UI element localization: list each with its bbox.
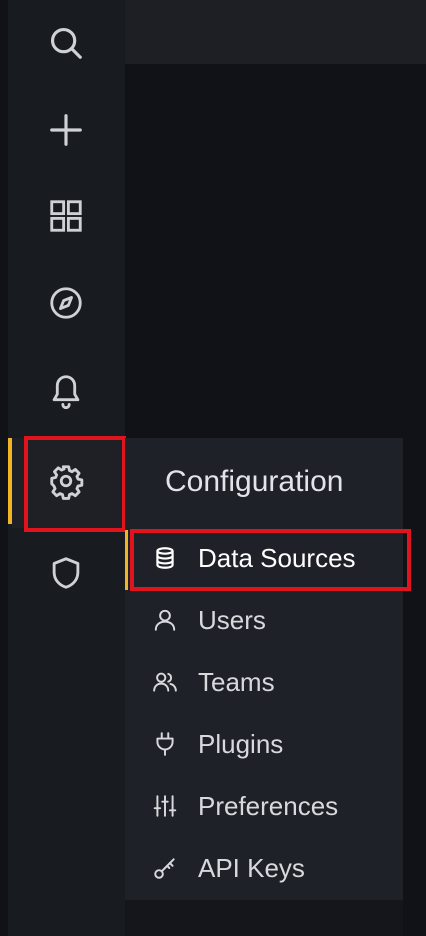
menu-item-label: Teams <box>198 666 275 697</box>
top-bar <box>125 0 426 64</box>
menu-footer <box>125 900 403 936</box>
menu-item-preferences[interactable]: Preferences <box>148 786 338 826</box>
search-icon[interactable] <box>40 17 92 69</box>
menu-item-label: Plugins <box>198 728 284 759</box>
menu-item-api-keys[interactable]: API Keys <box>148 848 305 888</box>
highlight-box-configuration <box>24 436 126 532</box>
sliders-icon <box>148 789 182 823</box>
active-indicator <box>8 438 12 524</box>
highlight-box-data-sources <box>130 529 411 591</box>
key-icon <box>148 851 182 885</box>
shield-icon[interactable] <box>40 547 92 599</box>
menu-title: Configuration <box>165 465 344 498</box>
plus-icon[interactable] <box>40 104 92 156</box>
menu-item-users[interactable]: Users <box>148 600 266 640</box>
menu-item-label: Preferences <box>198 790 339 821</box>
menu-item-plugins[interactable]: Plugins <box>148 724 283 764</box>
apps-icon[interactable] <box>40 190 92 242</box>
compass-icon[interactable] <box>40 277 92 329</box>
user-icon <box>148 603 182 637</box>
bell-icon[interactable] <box>40 365 92 417</box>
menu-item-label: API Keys <box>198 852 305 883</box>
menu-item-teams[interactable]: Teams <box>148 662 275 702</box>
users-icon <box>148 665 182 699</box>
menu-active-indicator <box>125 530 128 590</box>
menu-item-label: Users <box>198 604 266 635</box>
plug-icon <box>148 727 182 761</box>
